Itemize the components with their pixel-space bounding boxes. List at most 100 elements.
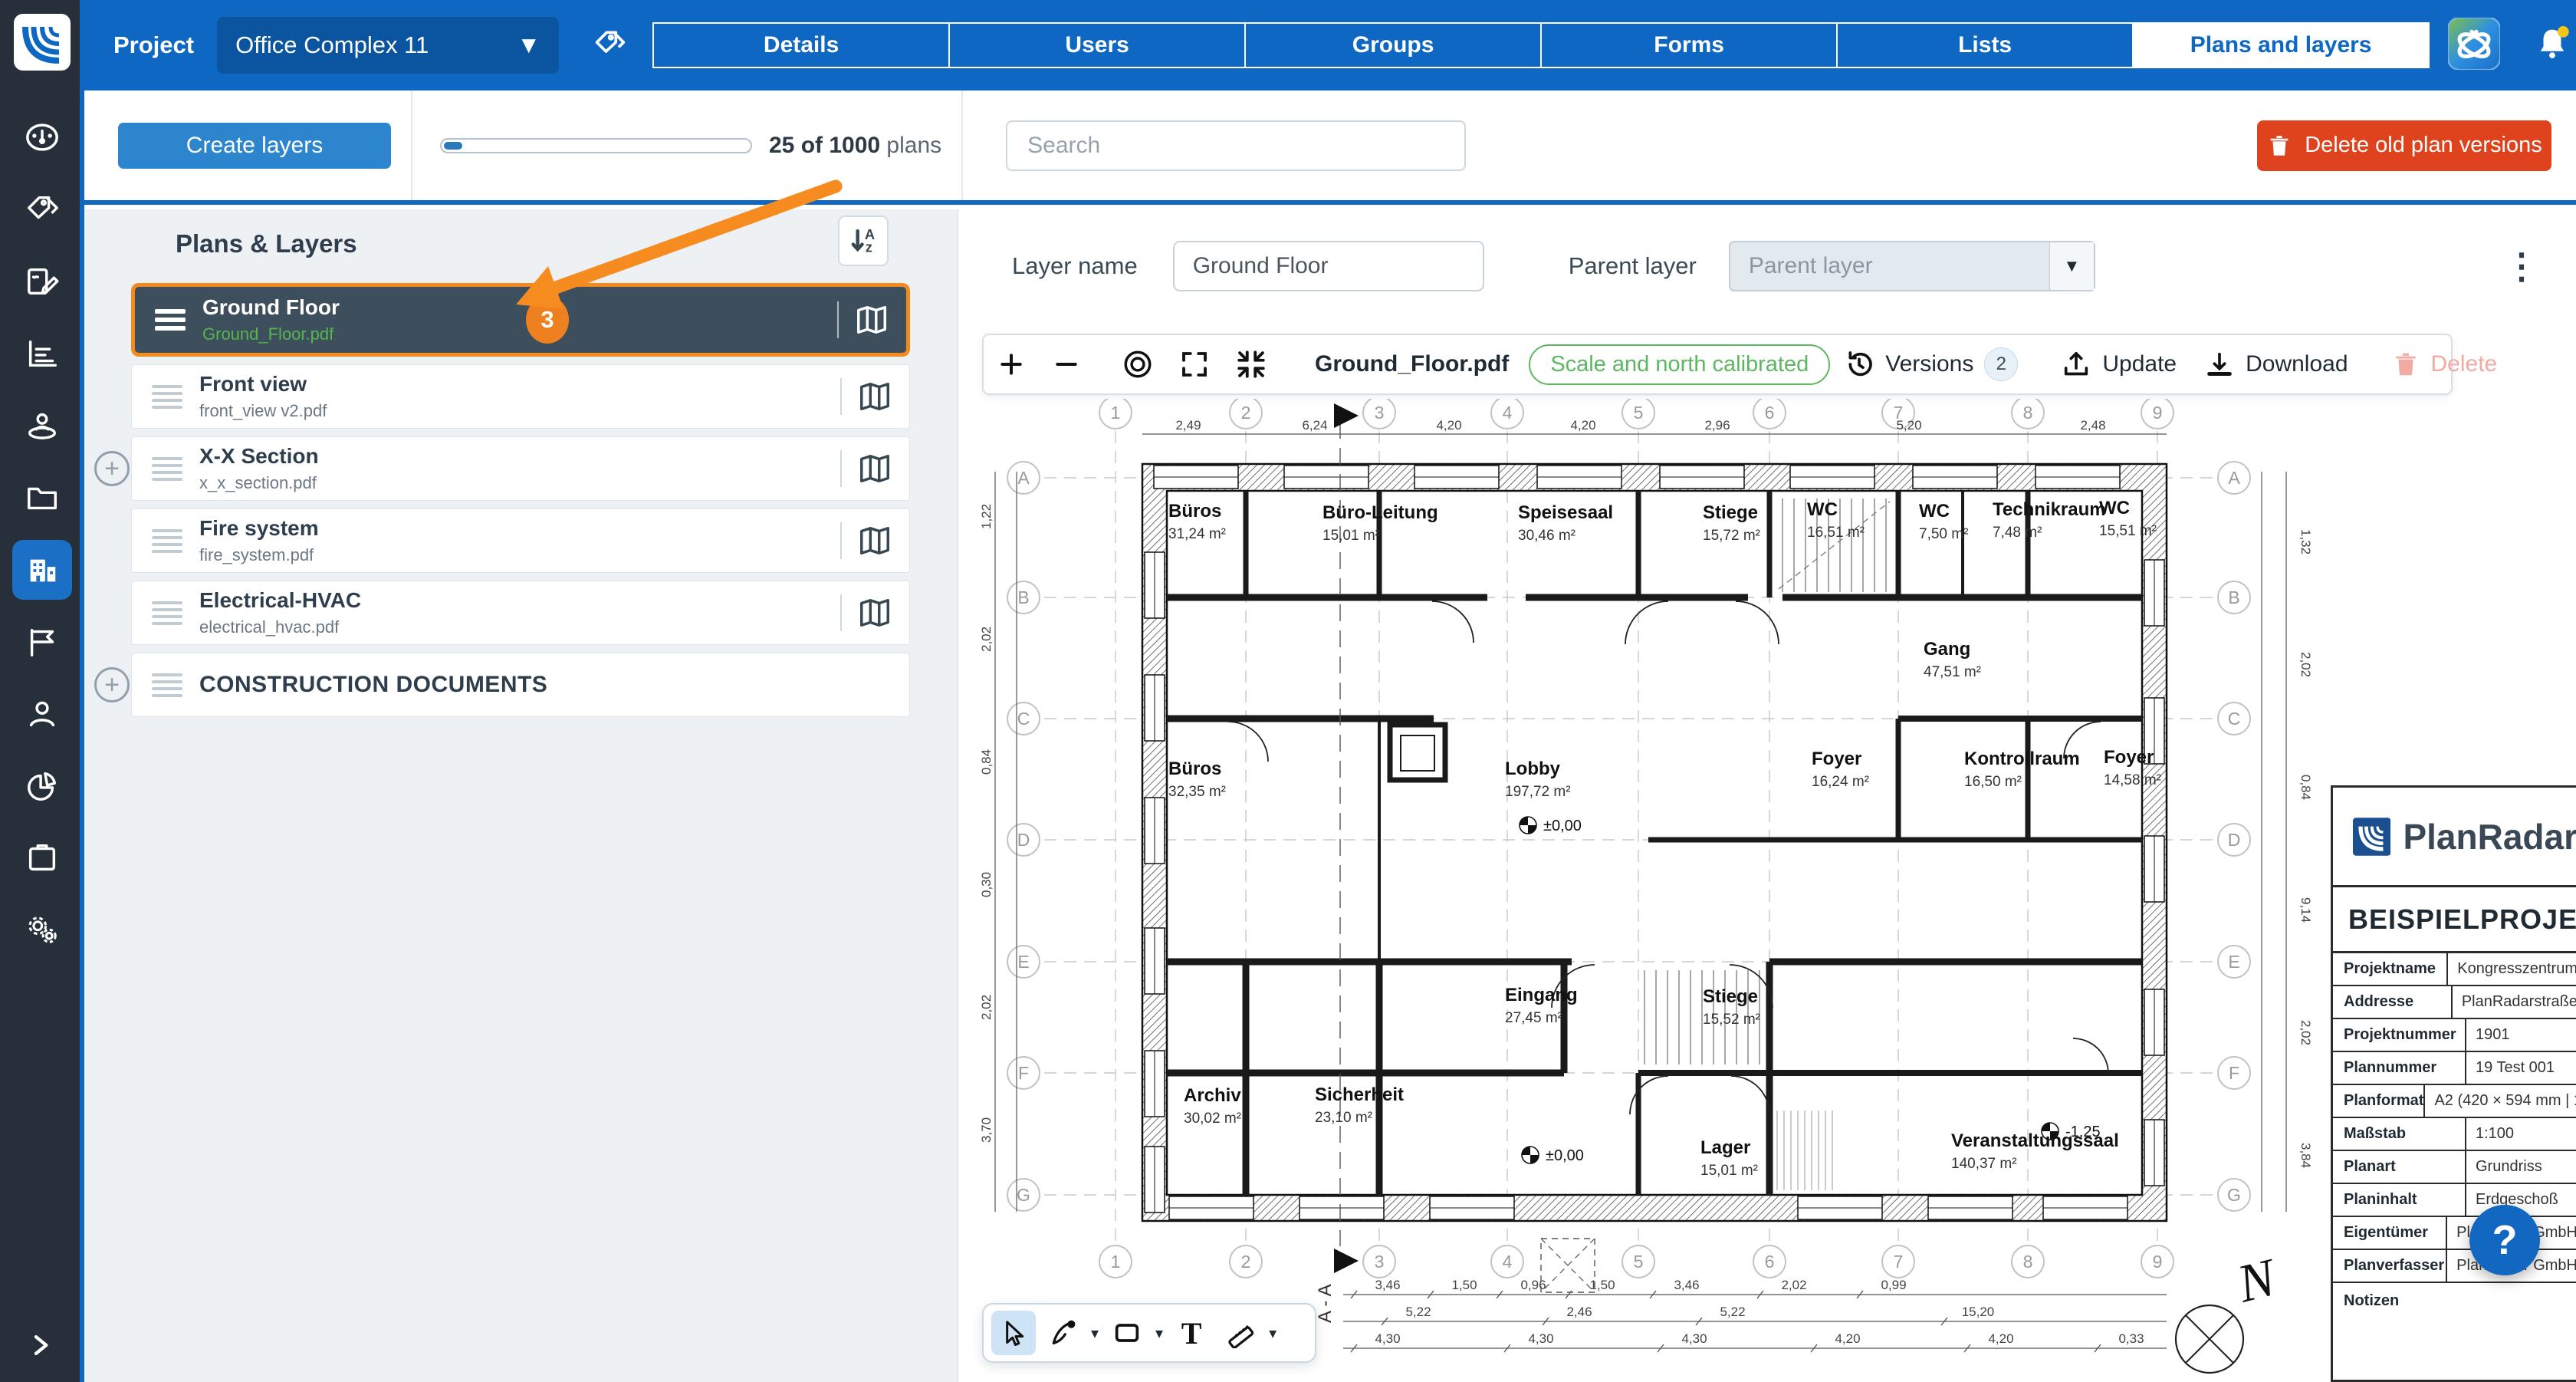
svg-text:2: 2 (1241, 1252, 1251, 1272)
apps-connect-icon[interactable] (2448, 18, 2500, 74)
sidebar-item-dashboard[interactable] (6, 101, 78, 173)
drag-handle-icon[interactable] (155, 309, 186, 331)
sidebar-item-tasks[interactable] (6, 822, 78, 894)
panel-title: Plans & Layers (176, 229, 357, 258)
titleblock-row: Maßstab1:100 (2333, 1118, 2576, 1151)
plan-item-construction-documents[interactable]: CONSTRUCTION DOCUMENTS (131, 653, 910, 717)
plan-item-fire-system[interactable]: Fire systemfire_system.pdf (131, 508, 910, 573)
kebab-menu-icon[interactable]: ⋮ (2504, 248, 2539, 284)
drag-handle-icon[interactable] (152, 601, 182, 625)
map-icon[interactable] (854, 302, 889, 337)
sidebar-item-flags[interactable] (6, 606, 78, 678)
map-icon[interactable] (857, 523, 892, 558)
drag-handle-icon[interactable] (152, 457, 182, 481)
titleblock-row: ProjektnameKongresszentrum (2333, 953, 2576, 986)
titleblock-row: AddressePlanRadarstraße (2333, 986, 2576, 1019)
versions-button[interactable]: Versions 2 (1830, 347, 2032, 381)
versions-count-badge: 2 (1984, 347, 2018, 381)
sidebar-item-statistics[interactable] (6, 318, 78, 390)
text-tool-button[interactable]: T (1169, 1311, 1214, 1355)
map-icon[interactable] (857, 379, 892, 414)
svg-text:5,20: 5,20 (1896, 418, 1921, 433)
tab-lists[interactable]: Lists (1836, 22, 2134, 68)
tab-groups[interactable]: Groups (1244, 22, 1542, 68)
zoom-in-button[interactable] (984, 349, 1039, 380)
room-area: 140,37 m² (1951, 1156, 2017, 1172)
chevron-down-icon[interactable]: ▾ (1091, 1324, 1099, 1343)
add-layer-button[interactable]: + (94, 667, 130, 703)
main-sidebar (0, 0, 84, 1382)
svg-text:4,30: 4,30 (1528, 1331, 1553, 1346)
layer-name-label: Layer name (1012, 252, 1138, 280)
drag-handle-icon[interactable] (152, 529, 182, 553)
drag-handle-icon[interactable] (152, 385, 182, 409)
help-button[interactable]: ? (2469, 1205, 2540, 1275)
svg-text:8: 8 (2023, 403, 2033, 423)
map-icon[interactable] (857, 595, 892, 630)
plan-item-x-x-section[interactable]: X-X Sectionx_x_section.pdf (131, 436, 910, 501)
sidebar-item-projects[interactable] (12, 540, 72, 600)
plan-item-ground-floor[interactable]: Ground FloorGround_Floor.pdf 3 (131, 283, 910, 357)
svg-text:2,02: 2,02 (2298, 1020, 2313, 1045)
room-label: Kontrollraum (1964, 749, 2080, 769)
sidebar-item-folders[interactable] (6, 462, 78, 534)
parent-layer-select[interactable]: Parent layer ▼ (1729, 241, 2095, 291)
sidebar-item-settings[interactable] (6, 894, 78, 966)
svg-text:2,02: 2,02 (1781, 1278, 1806, 1292)
svg-text:1,50: 1,50 (1451, 1278, 1477, 1292)
sidebar-item-tags[interactable] (6, 173, 78, 245)
room-area: 15,01 m² (1700, 1163, 1758, 1179)
tab-forms[interactable]: Forms (1540, 22, 1838, 68)
tab-plans-and-layers[interactable]: Plans and layers (2132, 22, 2430, 68)
svg-text:A: A (1017, 468, 1030, 488)
add-layer-button[interactable]: + (94, 451, 130, 486)
cursor-tool-button[interactable] (991, 1311, 1036, 1355)
svg-text:A: A (2228, 468, 2240, 488)
svg-text:E: E (2228, 952, 2239, 972)
upload-icon (2061, 349, 2091, 380)
delete-plan-button[interactable]: Delete (2377, 350, 2512, 379)
svg-text:1,50: 1,50 (1589, 1278, 1615, 1292)
planradar-logo-icon[interactable] (14, 14, 71, 71)
room-label: WC (1807, 499, 1838, 520)
sidebar-item-forms[interactable] (6, 245, 78, 318)
plan-item-electrical-hvac[interactable]: Electrical-HVACelectrical_hvac.pdf (131, 581, 910, 645)
plan-item-front-view[interactable]: Front viewfront_view v2.pdf (131, 364, 910, 429)
layer-form-row: Layer name Parent layer Parent layer ▼ ⋮ (958, 209, 2576, 323)
sidebar-item-person-pin[interactable] (6, 390, 78, 462)
delete-old-plan-versions-button[interactable]: Delete old plan versions (2257, 120, 2551, 171)
search-input[interactable] (1006, 120, 1466, 171)
fit-view-button[interactable] (1223, 348, 1280, 380)
map-icon[interactable] (857, 451, 892, 486)
svg-text:4: 4 (1503, 403, 1513, 423)
shape-tool-button[interactable] (1105, 1311, 1149, 1355)
calibrate-target-button[interactable] (1109, 348, 1166, 380)
pen-tool-button[interactable] (1040, 1311, 1085, 1355)
sidebar-item-reports[interactable] (6, 750, 78, 822)
project-selector[interactable]: Office Complex 11 ▼ (217, 17, 559, 74)
fullscreen-button[interactable] (1166, 348, 1223, 380)
layer-name-input[interactable] (1173, 241, 1484, 291)
tags-icon[interactable] (593, 27, 626, 64)
update-button[interactable]: Update (2047, 349, 2190, 380)
sidebar-expand-chevron-icon[interactable] (0, 1330, 80, 1361)
svg-text:3: 3 (1375, 403, 1385, 423)
sort-az-button[interactable]: Az (838, 216, 889, 266)
zoom-out-button[interactable] (1039, 349, 1094, 380)
notifications-bell-icon[interactable] (2532, 24, 2572, 67)
room-label: Foyer (2104, 747, 2154, 768)
svg-text:D: D (2228, 830, 2241, 850)
sidebar-item-contacts[interactable] (6, 678, 78, 750)
tab-details[interactable]: Details (652, 22, 950, 68)
plans-quota: 25 of 1000 plans (440, 133, 941, 159)
create-layers-button[interactable]: Create layers (118, 123, 391, 169)
measure-tool-button[interactable] (1218, 1311, 1263, 1355)
plans-layers-panel: Plans & Layers Az Ground FloorGround_Flo… (84, 209, 958, 1382)
svg-text:E: E (1017, 952, 1029, 972)
chevron-down-icon[interactable]: ▾ (1155, 1324, 1163, 1343)
tab-users[interactable]: Users (948, 22, 1246, 68)
drag-handle-icon[interactable] (152, 673, 182, 697)
svg-text:2,02: 2,02 (979, 995, 994, 1020)
chevron-down-icon[interactable]: ▾ (1269, 1324, 1276, 1343)
download-button[interactable]: Download (2190, 349, 2361, 380)
